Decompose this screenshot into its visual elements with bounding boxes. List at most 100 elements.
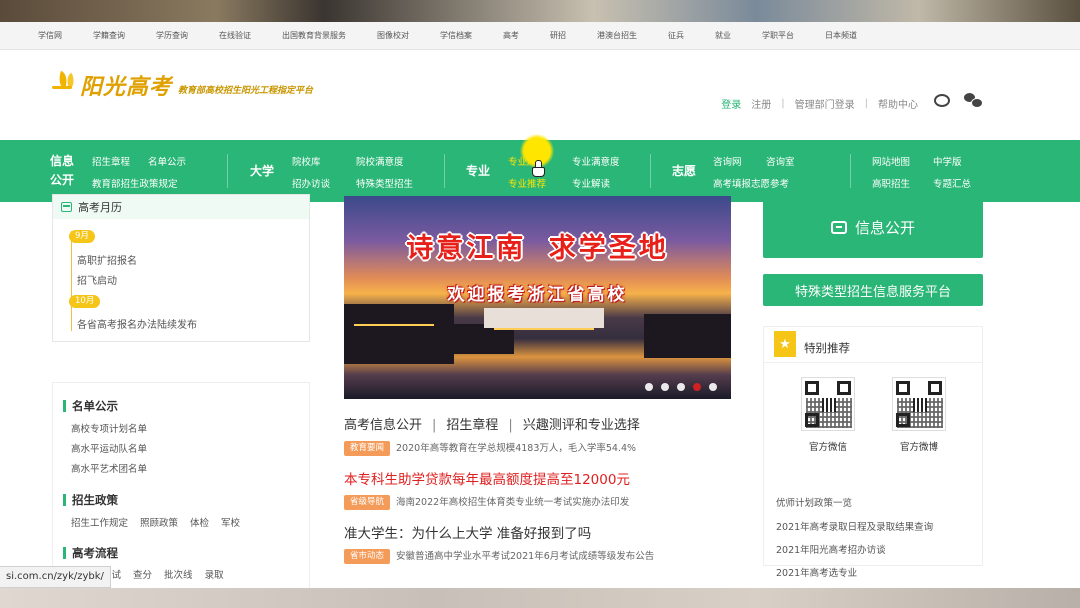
login-link[interactable]: 登录 xyxy=(721,96,741,111)
weibo-qr-code xyxy=(892,377,946,431)
recommend-item[interactable]: 2021年阳光高考招办访谈 xyxy=(776,542,886,556)
info-public-button[interactable]: 信息公开 xyxy=(763,196,983,258)
banner-lights xyxy=(494,328,594,330)
nav-link-college-satisfaction[interactable]: 院校满意度 xyxy=(356,154,404,168)
nav-link-volunteer-ref[interactable]: 高考填报志愿参考 xyxy=(713,176,789,190)
top-link-degree[interactable]: 学历查询 xyxy=(156,30,188,41)
nav-link-namelist[interactable]: 名单公示 xyxy=(148,154,186,168)
nav-divider xyxy=(650,154,651,188)
news-item[interactable]: 省级导航 海南2022年高校招生体育类专业统一考试实施办法印发 xyxy=(344,494,629,510)
admin-login-link[interactable]: 管理部门登录 xyxy=(795,96,855,111)
section-title-policy[interactable]: 招生政策 xyxy=(63,494,118,506)
policy-links: 招生工作规定 照顾政策 体检 军校 xyxy=(71,515,252,529)
top-link-gaokao[interactable]: 高考 xyxy=(503,30,519,41)
news-tag: 省级导航 xyxy=(344,495,391,510)
link-status-bar: si.com.cn/zyk/zybk/ xyxy=(0,566,111,588)
news-quick-links: 高考信息公开 | 招生章程 | 兴趣测评和专业选择 xyxy=(344,418,640,433)
news-item[interactable]: 教育要闻 2020年高等教育在学总规模4183万人，毛入学率54.4% xyxy=(344,440,636,456)
nav-link-major-explain[interactable]: 专业解读 xyxy=(572,176,610,190)
background-top xyxy=(0,0,1080,22)
top-link-career[interactable]: 学职平台 xyxy=(762,30,794,41)
carousel-dot[interactable] xyxy=(677,383,685,391)
top-link-verify[interactable]: 在线验证 xyxy=(219,30,251,41)
nav-category-volunteer[interactable]: 志愿 xyxy=(672,162,696,181)
qr-caption-wechat: 官方微信 xyxy=(808,442,847,453)
calendar-item[interactable]: 高职扩招报名 xyxy=(77,252,137,267)
top-link-yz[interactable]: 研招 xyxy=(550,30,566,41)
carousel-dot[interactable] xyxy=(709,383,717,391)
news-headline[interactable]: 准大学生：为什么上大学 准备好报到了吗 xyxy=(344,522,591,542)
banner-building xyxy=(644,314,731,358)
section-title-process[interactable]: 高考流程 xyxy=(63,547,118,559)
nav-link-consult-net[interactable]: 咨询网 xyxy=(713,154,742,168)
nav-category-info[interactable]: 信息 公开 xyxy=(50,152,74,190)
nav-divider xyxy=(850,154,851,188)
wechat-icon[interactable] xyxy=(964,93,983,108)
top-link-bar: 学信网 学籍查询 学历查询 在线验证 出国教育背景服务 图像校对 学信档案 高考… xyxy=(0,22,1080,50)
calendar-item[interactable]: 各省高考报名办法陆续发布 xyxy=(77,316,197,331)
top-link-photo[interactable]: 图像校对 xyxy=(377,30,409,41)
site-logo[interactable]: 阳光高考 教育部高校招生阳光工程指定平台 xyxy=(52,70,314,100)
recommend-title: 特别推荐 xyxy=(804,341,850,355)
logo-subtitle: 教育部高校招生阳光工程指定平台 xyxy=(178,86,314,96)
top-link-chsi[interactable]: 学信网 xyxy=(38,30,62,41)
list-item[interactable]: 高水平运动队名单 xyxy=(71,441,147,455)
register-link[interactable]: 注册 xyxy=(751,96,771,111)
nav-category-major[interactable]: 专业 xyxy=(466,162,490,181)
nav-link-charter[interactable]: 招生章程 xyxy=(92,154,130,168)
nav-link-interview[interactable]: 招办访谈 xyxy=(292,176,330,190)
wechat-qr-code xyxy=(801,377,855,431)
nav-link-sitemap[interactable]: 网站地图 xyxy=(872,154,910,168)
calendar-item[interactable]: 招飞启动 xyxy=(77,272,117,287)
top-link-status[interactable]: 学籍查询 xyxy=(93,30,125,41)
nav-category-university[interactable]: 大学 xyxy=(250,162,274,181)
nav-link-consult-room[interactable]: 咨询室 xyxy=(766,154,795,168)
news-headline[interactable]: 本专科生助学贷款每年最高额度提高至12000元 xyxy=(344,468,630,488)
list-item[interactable]: 录取 xyxy=(205,567,224,581)
carousel-dot[interactable] xyxy=(661,383,669,391)
news-link-interest[interactable]: 兴趣测评和专业选择 xyxy=(523,418,640,433)
nav-link-policy[interactable]: 教育部招生政策规定 xyxy=(92,176,178,190)
list-item[interactable]: 批次线 xyxy=(164,567,193,581)
list-item[interactable]: 体检 xyxy=(190,515,209,529)
news-tag: 教育要闻 xyxy=(344,441,391,456)
list-item[interactable]: 招生工作规定 xyxy=(71,515,128,529)
calendar-icon xyxy=(61,202,72,212)
background-bottom xyxy=(0,588,1080,608)
recommend-item[interactable]: 优师计划政策一览 xyxy=(776,495,852,509)
nav-link-major-recommend[interactable]: 专业推荐 xyxy=(508,176,546,190)
webpage: 学信网 学籍查询 学历查询 在线验证 出国教育背景服务 图像校对 学信档案 高考… xyxy=(0,22,1080,588)
recommend-item[interactable]: 2021年高考录取日程及录取结果查询 xyxy=(776,519,933,533)
list-item[interactable]: 查分 xyxy=(133,567,152,581)
help-link[interactable]: 帮助中心 xyxy=(878,96,918,111)
top-link-hmt[interactable]: 港澳台招生 xyxy=(597,30,637,41)
sun-logo-icon xyxy=(52,70,78,98)
logo-title: 阳光高考 xyxy=(80,74,173,100)
nav-link-topics[interactable]: 专题汇总 xyxy=(933,176,971,190)
nav-link-middle-school[interactable]: 中学版 xyxy=(933,154,962,168)
section-title-namelist[interactable]: 名单公示 xyxy=(63,400,118,412)
carousel-dot[interactable] xyxy=(645,383,653,391)
top-link-army[interactable]: 征兵 xyxy=(668,30,684,41)
top-link-japan[interactable]: 日本频道 xyxy=(825,30,857,41)
list-item[interactable]: 高校专项计划名单 xyxy=(71,421,147,435)
nav-link-vocational[interactable]: 高职招生 xyxy=(872,176,910,190)
special-admission-button[interactable]: 特殊类型招生信息服务平台 xyxy=(763,274,983,306)
list-item[interactable]: 照顾政策 xyxy=(140,515,178,529)
news-item[interactable]: 省市动态 安徽普通高中学业水平考试2021年6月考试成绩等级发布公告 xyxy=(344,548,654,564)
nav-link-college-db[interactable]: 院校库 xyxy=(292,154,321,168)
nav-link-special-admission[interactable]: 特殊类型招生 xyxy=(356,176,413,190)
carousel-dot-active[interactable] xyxy=(693,383,701,391)
news-link-info[interactable]: 高考信息公开 xyxy=(344,418,422,433)
recommend-item[interactable]: 2021年高考选专业 xyxy=(776,565,857,579)
nav-link-major-satisfaction[interactable]: 专业满意度 xyxy=(572,154,620,168)
calendar-title: 高考月历 xyxy=(78,201,122,214)
top-link-archive[interactable]: 学信档案 xyxy=(440,30,472,41)
news-link-charter[interactable]: 招生章程 xyxy=(446,418,498,433)
list-item[interactable]: 高水平艺术团名单 xyxy=(71,461,147,475)
list-item[interactable]: 军校 xyxy=(221,515,240,529)
top-link-abroad[interactable]: 出国教育背景服务 xyxy=(282,30,346,41)
banner-carousel[interactable]: 诗意江南 求学圣地 欢迎报考浙江省高校 xyxy=(344,196,731,399)
weibo-icon[interactable] xyxy=(934,93,950,107)
top-link-job[interactable]: 就业 xyxy=(715,30,731,41)
